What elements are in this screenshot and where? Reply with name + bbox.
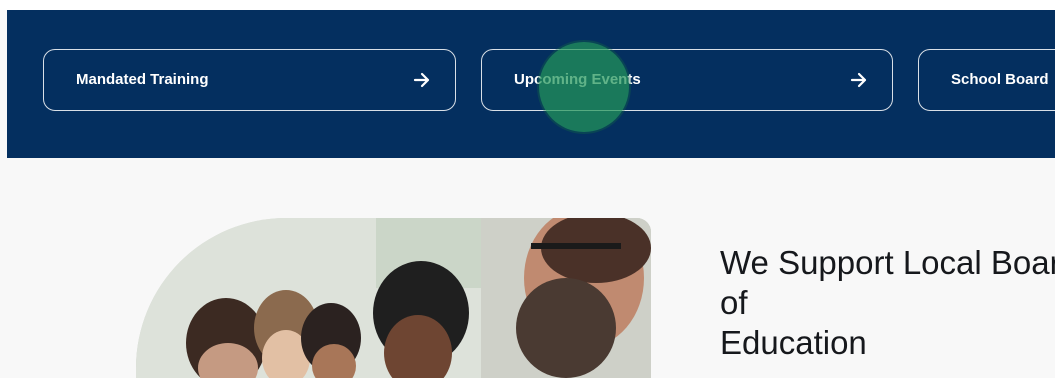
nav-card-mandated-training[interactable]: Mandated Training [43,49,456,111]
people-photo-illustration [136,218,651,378]
nav-card-label: School Board [951,71,1049,88]
arrow-right-icon [413,72,430,88]
click-indicator [539,42,629,132]
hero-title-line: Education [720,324,867,361]
nav-card-school-board[interactable]: School Board [918,49,1055,111]
hero-image [136,218,651,378]
quick-links-band: Mandated Training Upcoming Events School… [7,10,1055,158]
arrow-right-icon [850,72,867,88]
nav-card-label: Mandated Training [76,71,209,88]
hero-title: We Support Local Boards of Education [720,243,1055,363]
hero-title-line: We Support Local Boards of [720,244,1055,321]
page-top-edge [0,0,1055,10]
